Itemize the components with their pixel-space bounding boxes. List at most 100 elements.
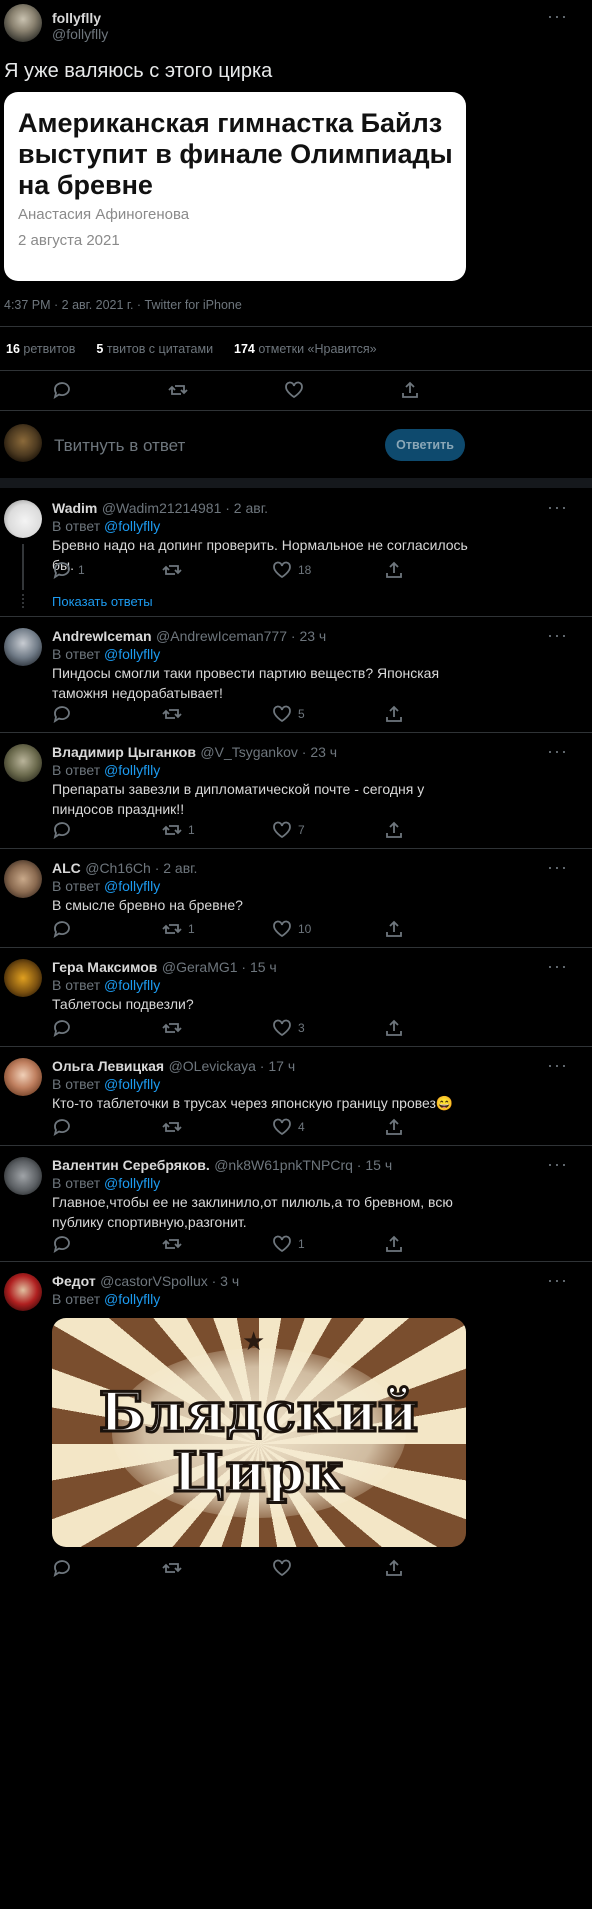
retweet-count: 1 — [188, 823, 195, 837]
quotes-label[interactable]: твитов с цитатами — [107, 342, 213, 356]
likes-label[interactable]: отметки «Нравится» — [258, 342, 376, 356]
reply-author-handle[interactable]: @GeraMG1 · 15 ч — [162, 959, 277, 975]
reply-author-handle[interactable]: @V_Tsygankov · 23 ч — [200, 744, 337, 760]
my-avatar[interactable] — [4, 424, 42, 462]
author-name[interactable]: follyflly — [52, 10, 101, 26]
mention-link[interactable]: @follyflly — [104, 878, 160, 894]
more-options-icon[interactable]: ··· — [547, 1154, 568, 1175]
reply-author-name[interactable]: Гера Максимов — [52, 959, 157, 975]
reply-author-handle[interactable]: @AndrewIceman777 · 23 ч — [156, 628, 326, 644]
reply-author-name[interactable]: Валентин Серебряков. — [52, 1157, 210, 1173]
like-icon[interactable] — [272, 1117, 292, 1137]
reply-icon[interactable] — [52, 560, 72, 580]
reply-avatar[interactable] — [4, 1058, 42, 1096]
like-count: 18 — [298, 563, 312, 577]
reply-avatar[interactable] — [4, 860, 42, 898]
retweet-icon[interactable] — [162, 704, 182, 724]
retweets-label[interactable]: ретвитов — [23, 342, 75, 356]
retweet-icon[interactable] — [162, 560, 182, 580]
like-icon[interactable] — [272, 704, 292, 724]
share-icon[interactable] — [384, 820, 404, 840]
retweet-icon[interactable] — [162, 919, 182, 939]
share-icon[interactable] — [384, 919, 404, 939]
reply-author-name[interactable]: AndrewIceman — [52, 628, 152, 644]
share-icon[interactable] — [384, 1018, 404, 1038]
reply-media-image[interactable]: ★ Блядский Цирк — [52, 1318, 466, 1547]
mention-link[interactable]: @follyflly — [104, 1291, 160, 1307]
like-icon[interactable] — [272, 1234, 292, 1254]
more-options-icon[interactable]: ··· — [547, 956, 568, 977]
reply-author-handle[interactable]: @nk8W61pnkTNPCrq · 15 ч — [214, 1157, 392, 1173]
retweet-icon[interactable] — [168, 380, 188, 400]
tweet-stats: 16 ретвитов 5 твитов с цитатами 174 отме… — [6, 342, 377, 356]
mention-link[interactable]: @follyflly — [104, 1175, 160, 1191]
retweet-icon[interactable] — [162, 820, 182, 840]
show-replies-link[interactable]: Показать ответы — [52, 594, 153, 609]
retweet-count: 1 — [188, 922, 195, 936]
reply-author-handle[interactable]: @OLevickaya · 17 ч — [169, 1058, 296, 1074]
reply-author-handle[interactable]: @Ch16Ch · 2 авг. — [85, 860, 197, 876]
like-icon[interactable] — [272, 919, 292, 939]
reply-avatar[interactable] — [4, 1273, 42, 1311]
reply-author-name[interactable]: Владимир Цыганков — [52, 744, 196, 760]
mention-link[interactable]: @follyflly — [104, 518, 160, 534]
reply-avatar[interactable] — [4, 959, 42, 997]
mention-link[interactable]: @follyflly — [104, 977, 160, 993]
more-options-icon[interactable]: ··· — [547, 497, 568, 518]
reply-icon[interactable] — [52, 919, 72, 939]
reply-icon[interactable] — [52, 1018, 72, 1038]
share-icon[interactable] — [384, 704, 404, 724]
more-options-icon[interactable]: ··· — [547, 625, 568, 646]
reply-icon[interactable] — [52, 380, 72, 400]
reply-icon[interactable] — [52, 820, 72, 840]
reply-author-name[interactable]: Wadim — [52, 500, 97, 516]
retweet-icon[interactable] — [162, 1117, 182, 1137]
share-icon[interactable] — [384, 1558, 404, 1578]
reply-author-name[interactable]: Федот — [52, 1273, 96, 1289]
reply-avatar[interactable] — [4, 500, 42, 538]
share-icon[interactable] — [384, 1234, 404, 1254]
quotes-count[interactable]: 5 — [96, 342, 103, 356]
mention-link[interactable]: @follyflly — [104, 646, 160, 662]
likes-count[interactable]: 174 — [234, 342, 255, 356]
reply-icon[interactable] — [52, 1117, 72, 1137]
reply-author-name[interactable]: Ольга Левицкая — [52, 1058, 164, 1074]
share-icon[interactable] — [384, 560, 404, 580]
more-options-icon[interactable]: ··· — [547, 1055, 568, 1076]
more-options-icon[interactable]: ··· — [547, 857, 568, 878]
like-icon[interactable] — [272, 560, 292, 580]
share-icon[interactable] — [400, 380, 420, 400]
reply-input[interactable]: Твитнуть в ответ — [54, 436, 185, 456]
reply-avatar[interactable] — [4, 628, 42, 666]
reply-author-handle[interactable]: @Wadim21214981 · 2 авг. — [102, 500, 268, 516]
retweet-icon[interactable] — [162, 1234, 182, 1254]
reply-icon[interactable] — [52, 704, 72, 724]
link-card[interactable]: Американская гимнастка Байлз выступит в … — [4, 92, 466, 281]
replying-to: В ответ @follyflly — [52, 1291, 161, 1307]
reply-header: AndrewIceman @AndrewIceman777 · 23 ч — [52, 628, 326, 646]
reply-avatar[interactable] — [4, 744, 42, 782]
retweet-icon[interactable] — [162, 1558, 182, 1578]
like-count: 3 — [298, 1021, 305, 1035]
mention-link[interactable]: @follyflly — [104, 762, 160, 778]
reply-author-handle[interactable]: @castorVSpollux · 3 ч — [100, 1273, 239, 1289]
more-options-icon[interactable]: ··· — [547, 1270, 568, 1291]
share-icon[interactable] — [384, 1117, 404, 1137]
like-icon[interactable] — [272, 1018, 292, 1038]
mention-link[interactable]: @follyflly — [104, 1076, 160, 1092]
author-handle[interactable]: @follyflly — [52, 26, 108, 42]
retweets-count[interactable]: 16 — [6, 342, 20, 356]
reply-icon[interactable] — [52, 1234, 72, 1254]
more-options-icon[interactable]: ··· — [547, 6, 568, 27]
reply-icon[interactable] — [52, 1558, 72, 1578]
like-icon[interactable] — [272, 1558, 292, 1578]
more-options-icon[interactable]: ··· — [547, 741, 568, 762]
reply-author-name[interactable]: ALC — [52, 860, 81, 876]
reply-text: Пиндосы смогли таки провести партию веще… — [52, 665, 440, 701]
reply-button[interactable]: Ответить — [385, 429, 465, 461]
author-avatar[interactable] — [4, 4, 42, 42]
like-icon[interactable] — [272, 820, 292, 840]
reply-avatar[interactable] — [4, 1157, 42, 1195]
like-icon[interactable] — [284, 380, 304, 400]
retweet-icon[interactable] — [162, 1018, 182, 1038]
